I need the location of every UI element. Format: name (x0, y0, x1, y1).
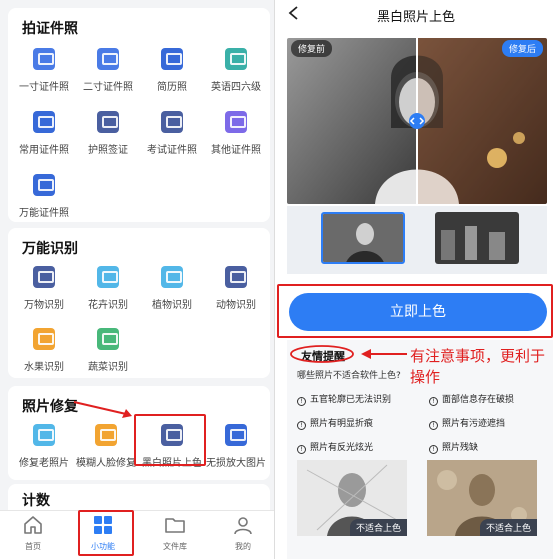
passport-icon (97, 111, 119, 133)
item-other-id-photo[interactable]: 其他证件照 (204, 111, 268, 156)
section-title: 万能识别 (22, 241, 78, 257)
thumb-image (435, 212, 519, 264)
tip-item: ! 照片有反光炫光 (297, 440, 373, 454)
vegetable-icon (97, 328, 119, 350)
home-icon (24, 516, 42, 534)
section-title: 照片修复 (22, 399, 78, 415)
before-tag: 修复前 (291, 40, 333, 57)
sample-thumb-2[interactable] (435, 212, 519, 264)
warning-icon: ! (429, 397, 438, 406)
id-photo-icon (33, 111, 55, 133)
highlight-tools-tab (78, 510, 134, 556)
fruit-icon (33, 328, 55, 350)
top-bar: 黑白照片上色 (275, 0, 556, 30)
before-after-preview[interactable]: 修复前 修复后 (287, 38, 547, 204)
page-title: 黑白照片上色 (376, 10, 455, 25)
item-plant-recognition[interactable]: 植物识别 (140, 266, 204, 311)
item-two-inch-photo[interactable]: 二寸证件照 (76, 48, 140, 93)
resume-photo-icon (161, 48, 183, 70)
item-common-id-photo[interactable]: 常用证件照 (12, 111, 76, 156)
thumb-image (323, 214, 403, 262)
animal-icon (225, 266, 247, 288)
sample-thumbnails (287, 206, 547, 274)
flower-icon (97, 266, 119, 288)
item-animal-recognition[interactable]: 动物识别 (204, 266, 268, 311)
universal-id-icon (33, 174, 55, 196)
tip-item: ! 五官轮廓已无法识别 (297, 392, 391, 406)
section-id-photo: 拍证件照 一寸证件照 二寸证件照 简历照 英语四六级 常用证件照 护照签证 考试… (8, 8, 270, 222)
user-icon (234, 517, 252, 535)
warning-icon: ! (429, 445, 438, 454)
annotation-arrow (73, 401, 132, 418)
warning-icon: ! (297, 445, 306, 454)
section-title: 计数 (22, 493, 50, 509)
sample-thumb-1[interactable] (321, 212, 405, 264)
face-repair-icon (95, 424, 117, 446)
repair-photo-icon (33, 424, 55, 446)
item-repair-old-photo[interactable]: 修复老照片 (12, 424, 76, 469)
id-photo-icon (97, 48, 119, 70)
folder-icon (165, 518, 185, 533)
tip-item: ! 面部信息存在破损 (429, 392, 514, 406)
comparison-image (287, 38, 547, 204)
exam-photo-icon (161, 111, 183, 133)
tip-item: ! 照片有污迹遮挡 (429, 416, 505, 430)
warning-icon: ! (429, 421, 438, 430)
zoom-image-icon (225, 424, 247, 446)
item-passport-visa[interactable]: 护照签证 (76, 111, 140, 156)
highlight-colorize-item (134, 414, 206, 466)
nav-files[interactable]: 文件库 (150, 515, 200, 552)
add-photo-icon (225, 111, 247, 133)
item-resume-photo[interactable]: 简历照 (140, 48, 204, 93)
tip-item: ! 照片残缺 (429, 440, 478, 454)
nav-profile[interactable]: 我的 (218, 515, 268, 552)
not-suitable-tag: 不适合上色 (349, 519, 407, 536)
annotation-note: 有注意事项，更利于操作 (410, 347, 546, 386)
nav-home[interactable]: 首页 (8, 515, 58, 552)
not-suitable-tag: 不适合上色 (479, 519, 537, 536)
section-recognition: 万能识别 万物识别 花卉识别 植物识别 动物识别 水果识别 蔬菜识别 (8, 228, 270, 378)
item-universal-id-photo[interactable]: 万能证件照 (12, 174, 76, 219)
item-cet-photo[interactable]: 英语四六级 (204, 48, 268, 93)
item-lossless-upscale[interactable]: 无损放大图片 (204, 424, 268, 469)
feature-list-screen: 拍证件照 一寸证件照 二寸证件照 简历照 英语四六级 常用证件照 护照签证 考试… (0, 0, 274, 559)
item-flower-recognition[interactable]: 花卉识别 (76, 266, 140, 311)
item-one-inch-photo[interactable]: 一寸证件照 (12, 48, 76, 93)
highlight-tips-title (290, 345, 354, 363)
warning-icon: ! (297, 397, 306, 406)
item-fruit-recognition[interactable]: 水果识别 (12, 328, 76, 373)
item-vegetable-recognition[interactable]: 蔬菜识别 (76, 328, 140, 373)
id-photo-icon (33, 48, 55, 70)
exam-photo-icon (225, 48, 247, 70)
after-tag: 修复后 (501, 40, 543, 57)
item-blur-face-repair[interactable]: 模糊人脸修复 (74, 424, 138, 469)
highlight-start-button (277, 284, 553, 338)
eye-icon (33, 266, 55, 288)
bad-example-1: 不适合上色 (297, 460, 407, 536)
bottom-nav: 首页 小功能 文件库 我的 (0, 510, 274, 559)
colorize-screen: 黑白照片上色 修复前 修复后 立即上色 友情提醒 哪些照片不适合软件上色? ! … (274, 0, 556, 559)
section-title: 拍证件照 (22, 21, 78, 37)
tip-item: ! 照片有明显折痕 (297, 416, 373, 430)
annotation-arrow (361, 349, 407, 359)
bad-example-2: 不适合上色 (427, 460, 537, 536)
item-exam-id-photo[interactable]: 考试证件照 (140, 111, 204, 156)
item-object-recognition[interactable]: 万物识别 (12, 266, 76, 311)
warning-icon: ! (297, 421, 306, 430)
plant-icon (161, 266, 183, 288)
tips-subtitle: 哪些照片不适合软件上色? (297, 371, 401, 381)
